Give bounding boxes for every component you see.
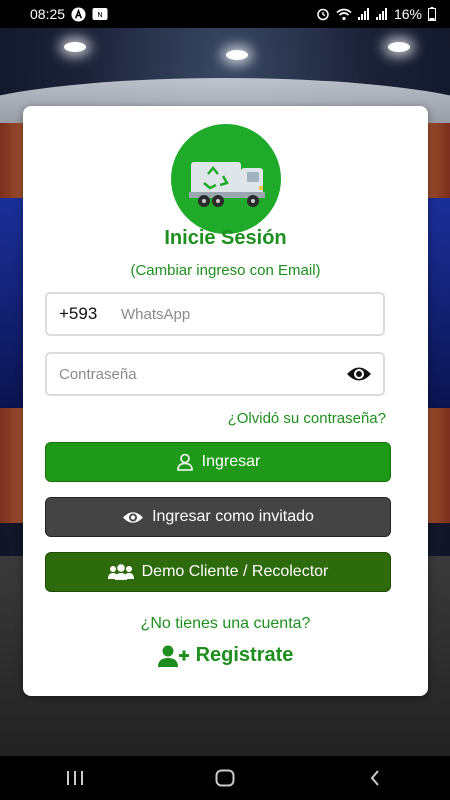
eye-icon [122,510,144,525]
user-icon [176,453,194,471]
signal-icon [375,8,388,20]
switch-to-email-link[interactable]: (Cambiar ingreso con Email) [23,262,428,279]
login-card: Inicie Sesión (Cambiar ingreso con Email… [23,106,428,696]
show-password-eye-icon[interactable] [341,356,377,392]
app-a-icon [71,6,86,22]
register-label: Registrate [195,644,294,666]
battery-percent: 16% [393,6,422,22]
ceiling-light [388,42,410,52]
home-button[interactable] [195,756,255,800]
demo-button[interactable]: Demo Cliente / Recolector [45,552,391,592]
svg-text:N: N [97,11,102,19]
wifi-icon [336,8,352,21]
ceiling-light [64,42,86,52]
alarm-icon [316,7,330,21]
system-nav-bar [0,756,450,800]
signal-icon [357,8,370,20]
whatsapp-input[interactable] [117,294,383,334]
users-group-icon [107,564,134,580]
status-bar: 08:25 N 16% [0,0,450,28]
back-button[interactable] [345,756,405,800]
password-input[interactable] [47,354,341,394]
page-title: Inicie Sesión [164,227,287,249]
battery-icon [428,7,436,21]
login-button[interactable]: Ingresar [45,442,391,482]
password-field [45,352,385,396]
status-right: 16% [316,6,436,22]
back-icon [370,770,379,786]
notification-icon: N [92,7,108,21]
guest-login-button[interactable]: Ingresar como invitado [45,497,391,537]
country-code-prefix[interactable]: +593 [59,304,117,324]
status-time: 08:25 [30,6,66,22]
no-account-text: ¿No tienes una cuenta? [140,615,311,632]
recent-apps-icon [67,771,83,785]
guest-button-label: Ingresar como invitado [152,508,314,525]
add-user-icon [157,645,190,667]
studio-screen-right [426,198,450,408]
ceiling-light [226,50,248,60]
forgot-password-link[interactable]: ¿Olvidó su contraseña? [228,410,386,427]
status-left: 08:25 N [30,6,108,22]
recycling-truck-logo [171,124,281,234]
register-link[interactable]: Registrate [23,644,428,667]
studio-screen-left [0,198,24,408]
home-icon [215,769,235,787]
login-button-label: Ingresar [201,453,261,470]
recent-apps-button[interactable] [45,756,105,800]
demo-button-label: Demo Cliente / Recolector [141,563,329,580]
phone-field: +593 [45,292,385,336]
